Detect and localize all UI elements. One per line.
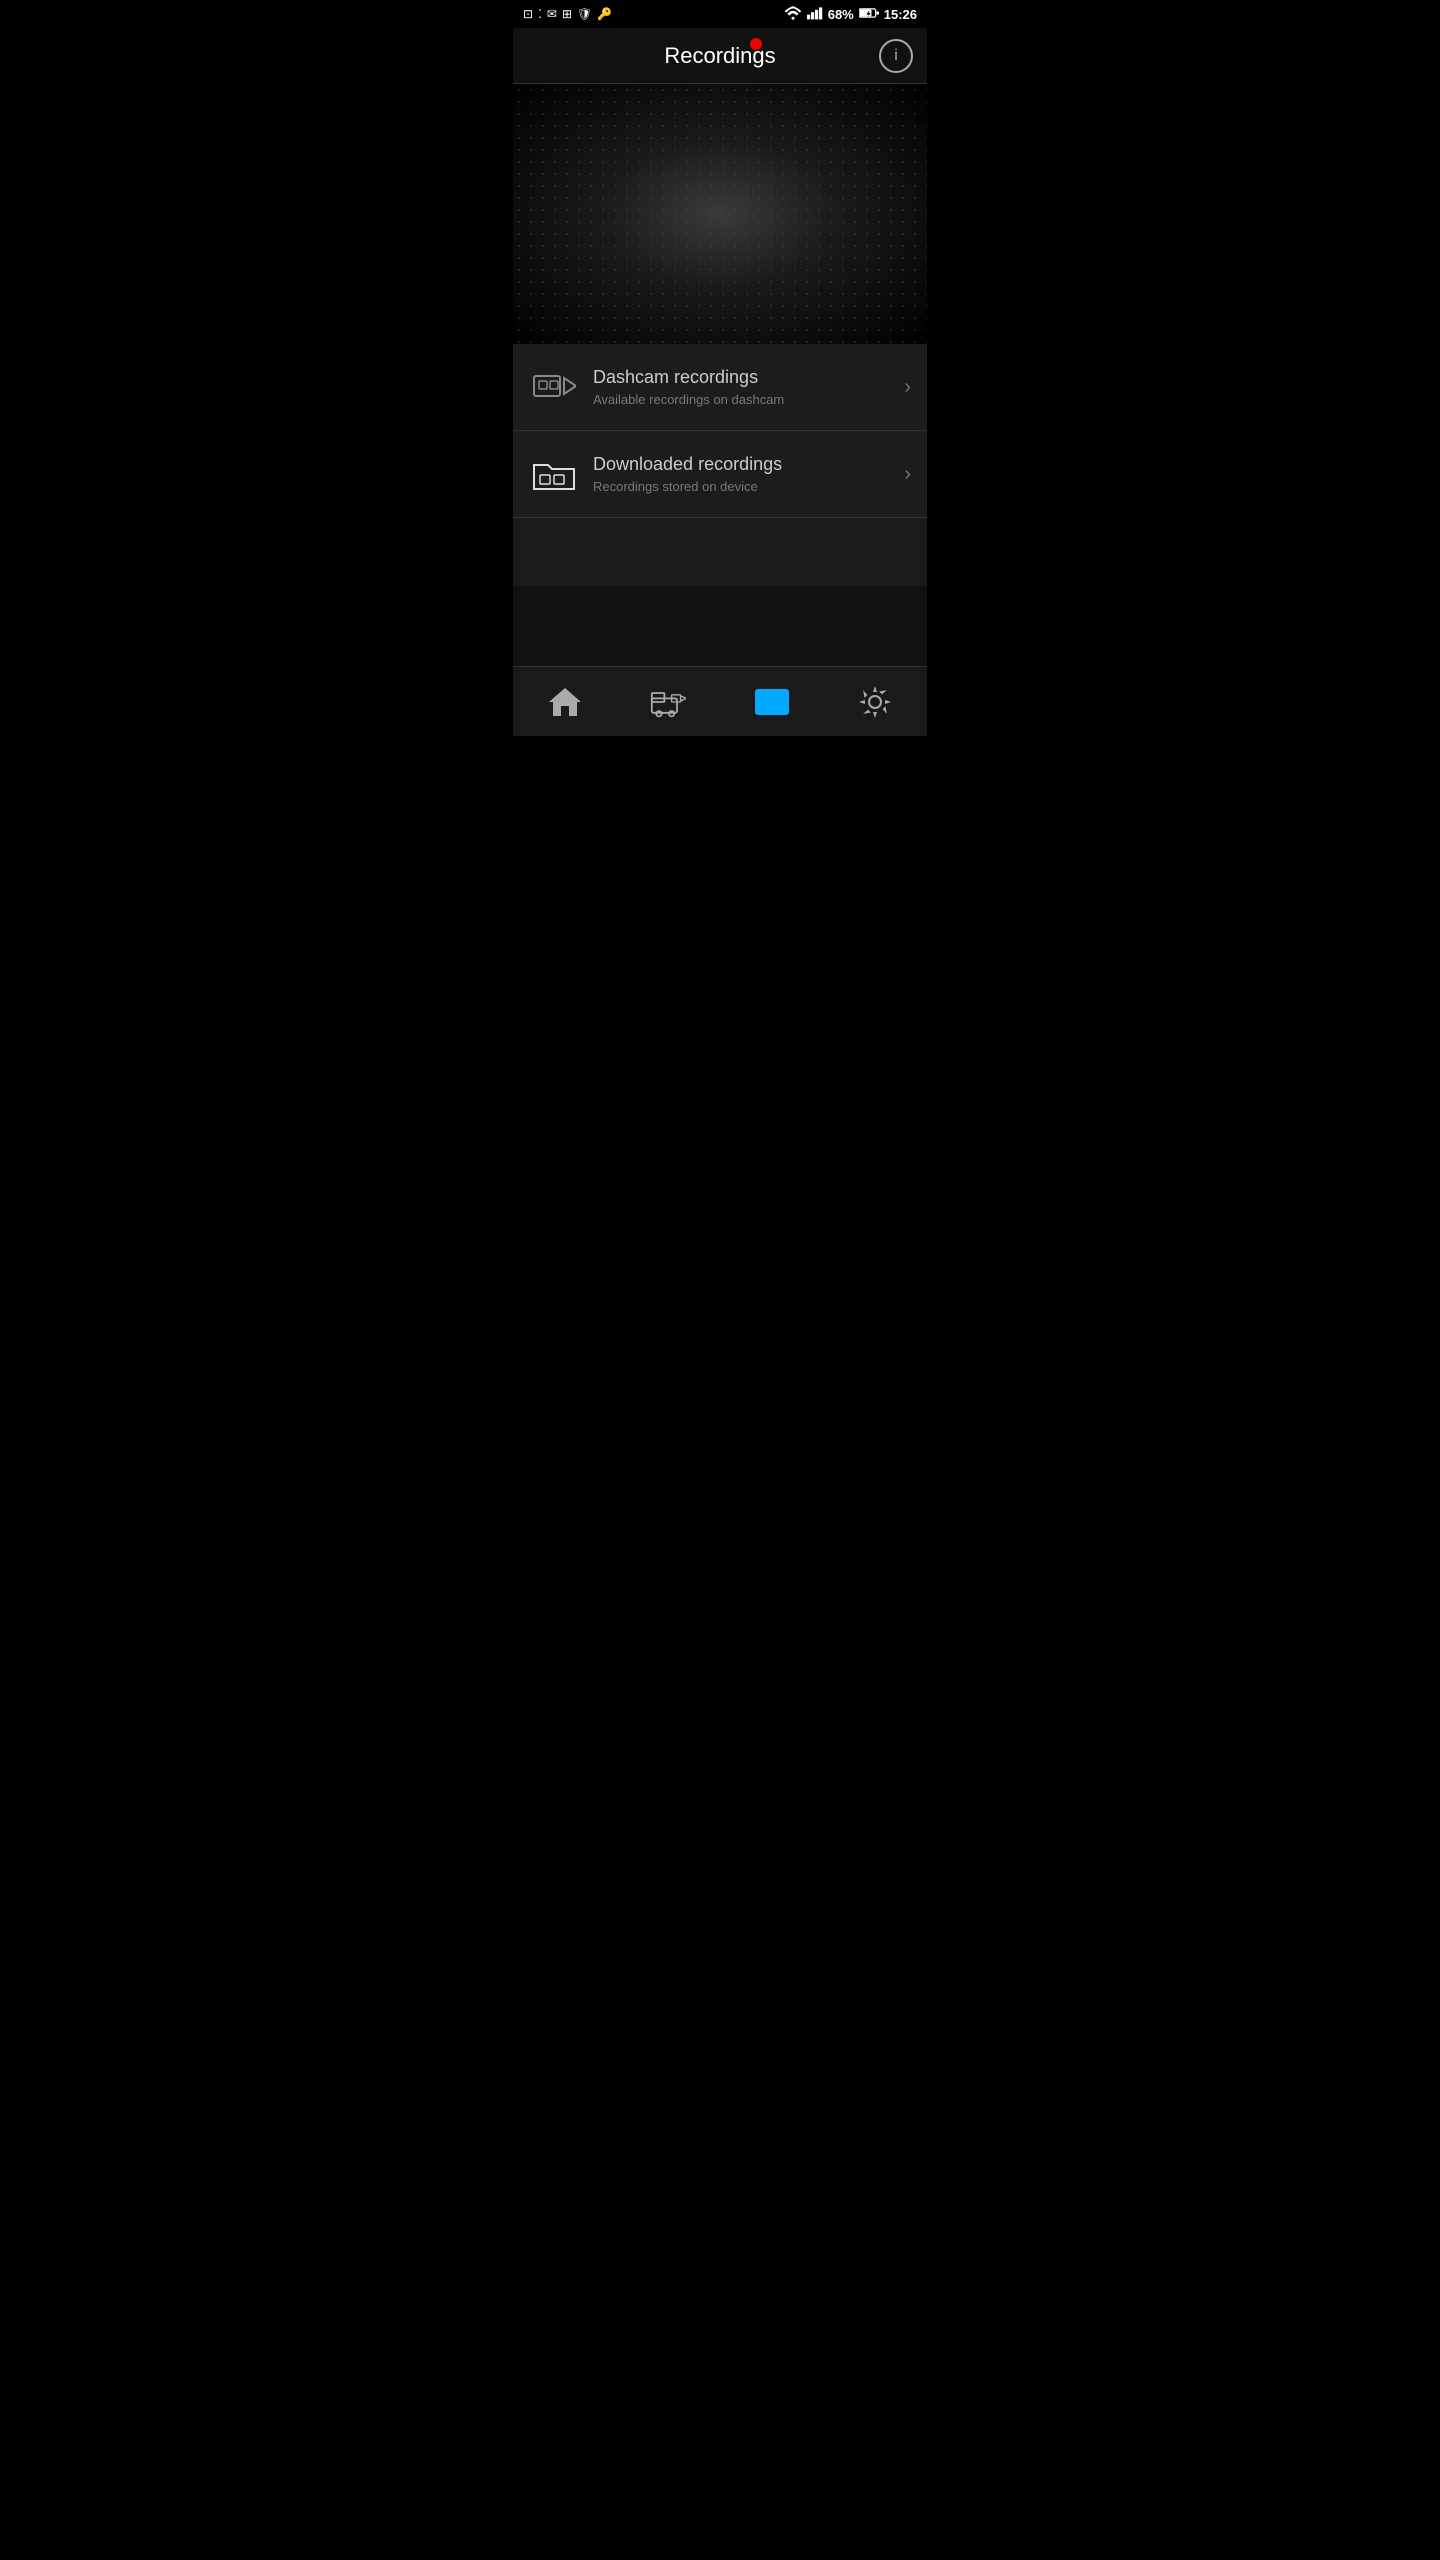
bottom-navigation	[513, 666, 927, 736]
grille-background	[513, 84, 927, 344]
battery-percentage: 68%	[828, 7, 854, 22]
status-bar: ⊡ ⁚ ✉ ⊞ 🛡 🔑 68%	[513, 0, 927, 28]
battery-icon	[859, 7, 879, 22]
signal-bars-icon	[807, 6, 823, 23]
downloaded-recordings-title: Downloaded recordings	[593, 454, 896, 475]
dots-icon: ⁚	[538, 7, 542, 21]
info-icon: i	[894, 47, 898, 65]
dashcam-recordings-subtitle: Available recordings on dashcam	[593, 392, 896, 407]
mail-icon: ✉	[547, 7, 557, 21]
nav-recordings[interactable]	[720, 676, 824, 728]
dashcam-recordings-text: Dashcam recordings Available recordings …	[593, 367, 896, 407]
nav-dashcam[interactable]	[617, 676, 721, 728]
header: Recordings i	[513, 28, 927, 84]
camera-icon: ⊞	[562, 7, 572, 21]
dashcam-recordings-item[interactable]: Dashcam recordings Available recordings …	[513, 344, 927, 431]
status-bar-left: ⊡ ⁚ ✉ ⊞ 🛡 🔑	[523, 7, 612, 21]
hero-banner	[513, 84, 927, 344]
recording-indicator	[750, 38, 762, 50]
downloaded-recordings-arrow: ›	[904, 463, 911, 486]
downloaded-icon	[529, 449, 579, 499]
dashcam-recordings-arrow: ›	[904, 376, 911, 399]
content-spacer	[513, 586, 927, 666]
menu-section: Dashcam recordings Available recordings …	[513, 344, 927, 586]
shield-icon: 🛡	[577, 7, 592, 21]
downloaded-recordings-subtitle: Recordings stored on device	[593, 479, 896, 494]
photo-icon: ⊡	[523, 7, 533, 21]
status-bar-right: 68% 15:26	[784, 6, 917, 23]
nav-home[interactable]	[513, 676, 617, 728]
downloaded-recordings-item[interactable]: Downloaded recordings Recordings stored …	[513, 431, 927, 518]
dashcam-icon	[529, 362, 579, 412]
info-button[interactable]: i	[879, 39, 913, 73]
nav-settings[interactable]	[824, 676, 928, 728]
downloaded-recordings-text: Downloaded recordings Recordings stored …	[593, 454, 896, 494]
dashcam-recordings-title: Dashcam recordings	[593, 367, 896, 388]
wifi-icon	[784, 6, 802, 23]
time: 15:26	[884, 7, 917, 22]
key-icon: 🔑	[597, 7, 612, 21]
